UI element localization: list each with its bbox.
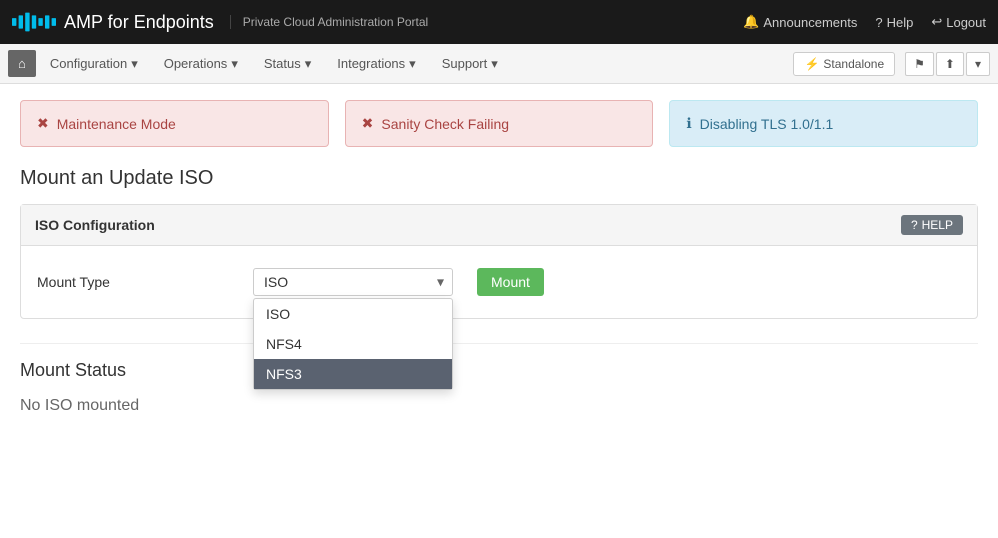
announcements-link[interactable]: 🔔 Announcements: [743, 14, 857, 30]
panel-title: ISO Configuration: [35, 217, 155, 233]
help-button[interactable]: ? HELP: [901, 215, 963, 235]
tls-alert-text: Disabling TLS 1.0/1.1: [700, 116, 834, 132]
announcements-label: Announcements: [763, 15, 857, 30]
navbar-right: 🔔 Announcements ? Help ↩ Logout: [743, 14, 986, 30]
app-subtitle: Private Cloud Administration Portal: [230, 15, 428, 29]
mount-type-row: Mount Type ISO ISO NFS4 NFS3 Mount: [37, 260, 961, 304]
mount-iso-title: Mount an Update ISO: [20, 167, 978, 190]
brand-area: AMP for Endpoints: [12, 11, 214, 33]
home-button[interactable]: ⌂: [8, 50, 36, 77]
configuration-label: Configuration: [50, 56, 127, 71]
main-content: ✖ Maintenance Mode ✖ Sanity Check Failin…: [0, 84, 998, 439]
option-nfs4[interactable]: NFS4: [254, 329, 452, 359]
logout-icon: ↩: [931, 14, 942, 30]
top-navbar: AMP for Endpoints Private Cloud Administ…: [0, 0, 998, 44]
mount-type-select[interactable]: ISO: [253, 268, 453, 296]
info-icon: ℹ: [686, 115, 691, 132]
panel-header: ISO Configuration ? HELP: [21, 205, 977, 246]
chevron-down-icon: ▾: [491, 56, 498, 72]
help-label: HELP: [922, 218, 953, 232]
x-icon-2: ✖: [362, 115, 374, 132]
support-label: Support: [442, 56, 488, 71]
app-title: AMP for Endpoints: [64, 12, 214, 33]
mount-type-label: Mount Type: [37, 268, 237, 290]
maintenance-alert-text: Maintenance Mode: [57, 116, 176, 132]
no-iso-text: No ISO mounted: [20, 389, 978, 423]
option-iso[interactable]: ISO: [254, 299, 452, 329]
flag-button[interactable]: ⚑: [905, 52, 934, 76]
integrations-label: Integrations: [337, 56, 405, 71]
chevron-down-icon: ▾: [131, 56, 138, 72]
alert-row: ✖ Maintenance Mode ✖ Sanity Check Failin…: [20, 100, 978, 147]
panel-body: Mount Type ISO ISO NFS4 NFS3 Mount: [21, 246, 977, 318]
secondary-nav: ⌂ Configuration ▾ Operations ▾ Status ▾ …: [0, 44, 998, 84]
logout-label: Logout: [946, 15, 986, 30]
chevron-down-icon: ▾: [409, 56, 416, 72]
nav-status[interactable]: Status ▾: [252, 48, 323, 80]
operations-label: Operations: [164, 56, 228, 71]
option-nfs3[interactable]: NFS3: [254, 359, 452, 389]
bell-icon: 🔔: [743, 14, 759, 30]
iso-config-panel: ISO Configuration ? HELP Mount Type ISO …: [20, 204, 978, 319]
cisco-logo-icon: [12, 11, 56, 33]
nav-support[interactable]: Support ▾: [430, 48, 510, 80]
maintenance-alert: ✖ Maintenance Mode: [20, 100, 329, 147]
nav-configuration[interactable]: Configuration ▾: [38, 48, 150, 80]
standalone-label: Standalone: [823, 57, 884, 71]
upload-button[interactable]: ⬆: [936, 52, 964, 76]
nav-integrations[interactable]: Integrations ▾: [325, 48, 427, 80]
help-label: Help: [887, 15, 914, 30]
sanity-check-alert: ✖ Sanity Check Failing: [345, 100, 654, 147]
subnav-icon-group: ⚑ ⬆ ▾: [905, 52, 990, 76]
mount-type-dropdown: ISO NFS4 NFS3: [253, 298, 453, 390]
mount-type-select-wrap: ISO ISO NFS4 NFS3: [253, 268, 453, 296]
question-icon: ?: [875, 15, 882, 30]
x-icon: ✖: [37, 115, 49, 132]
select-value: ISO: [264, 274, 288, 290]
more-button[interactable]: ▾: [966, 52, 990, 76]
help-icon: ?: [911, 218, 918, 232]
status-label: Status: [264, 56, 301, 71]
mount-button[interactable]: Mount: [477, 268, 544, 296]
chevron-down-icon: ▾: [231, 56, 238, 72]
mount-status-title: Mount Status: [20, 343, 978, 381]
logout-link[interactable]: ↩ Logout: [931, 14, 986, 30]
nav-operations[interactable]: Operations ▾: [152, 48, 250, 80]
chevron-down-icon: ▾: [305, 56, 312, 72]
sanity-check-alert-text: Sanity Check Failing: [381, 116, 509, 132]
standalone-icon: ⚡: [804, 57, 819, 71]
tls-alert: ℹ Disabling TLS 1.0/1.1: [669, 100, 978, 147]
standalone-button[interactable]: ⚡ Standalone: [793, 52, 895, 76]
help-link[interactable]: ? Help: [875, 15, 913, 30]
